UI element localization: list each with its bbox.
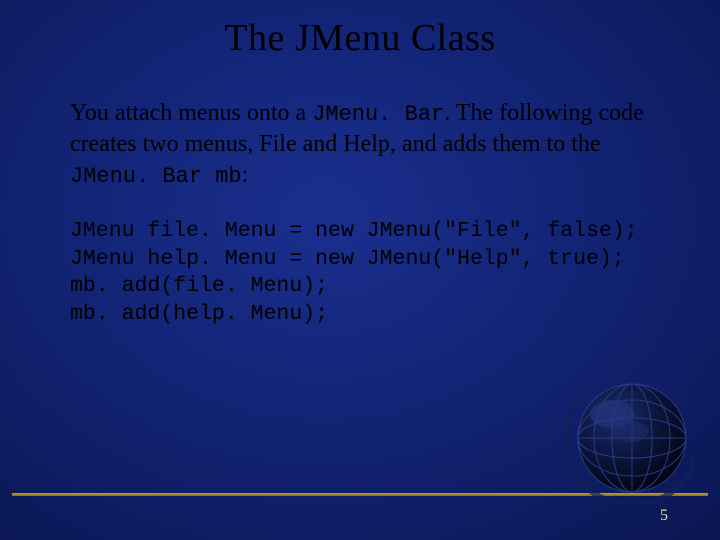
globe-icon <box>554 364 694 504</box>
body-part-1: You attach menus onto a <box>70 100 312 126</box>
slide: The JMenu Class You attach menus onto a … <box>0 0 720 540</box>
code-block: JMenu file. Menu = new JMenu("File", fal… <box>70 218 690 328</box>
body-paragraph: You attach menus onto a JMenu. Bar. The … <box>70 98 660 191</box>
body-part-3: : <box>242 162 249 188</box>
body-mono-2: JMenu. Bar mb <box>70 164 242 189</box>
page-number: 5 <box>660 507 668 525</box>
slide-title: The JMenu Class <box>0 16 720 60</box>
body-mono-1: JMenu. Bar <box>312 102 444 127</box>
